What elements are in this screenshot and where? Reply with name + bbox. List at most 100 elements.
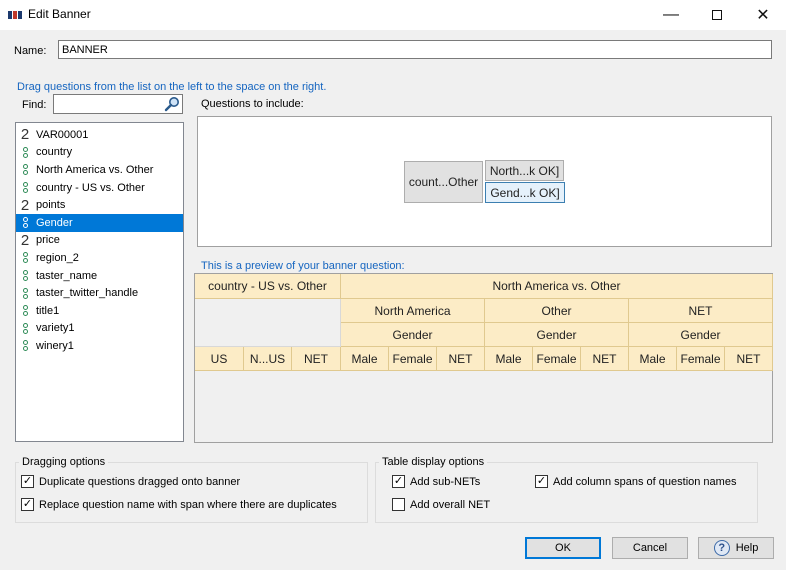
preview-column: Male (629, 347, 677, 371)
checkbox-label: Replace question name with span where th… (39, 498, 337, 511)
checkbox-label: Duplicate questions dragged onto banner (39, 475, 241, 488)
question-label: winery1 (36, 339, 74, 352)
title-bar: Edit Banner — ✕ (0, 0, 786, 30)
maximize-button[interactable] (694, 0, 740, 30)
categorical-question-icon (18, 287, 32, 299)
find-input[interactable] (53, 94, 183, 114)
checkbox-box[interactable]: ✓ (21, 498, 34, 511)
question-label: country (36, 146, 73, 159)
question-label: price (36, 234, 60, 247)
question-label: taster_name (36, 269, 98, 282)
help-button[interactable]: ? Help (698, 537, 774, 559)
banner-preview: country - US vs. Other North America vs.… (194, 273, 773, 443)
preview-header-span: country - US vs. Other (195, 274, 341, 299)
search-icon[interactable] (164, 96, 180, 112)
preview-column: Male (341, 347, 389, 371)
question-item[interactable]: variety1 (16, 320, 183, 338)
categorical-question-icon (18, 164, 32, 176)
question-label: VAR00001 (36, 128, 89, 141)
preview-label: This is a preview of your banner questio… (201, 260, 405, 272)
preview-header-span: NET (629, 299, 773, 323)
checkbox-box[interactable]: ✓ (535, 475, 548, 488)
categorical-question-icon (18, 270, 32, 282)
maximize-icon (712, 10, 722, 20)
questions-list[interactable]: 2 VAR00001 country North America vs. Other c… (15, 122, 184, 442)
question-label: region_2 (36, 251, 79, 264)
banner-chip-north-america[interactable]: North...k OK] (485, 160, 564, 181)
categorical-question-icon (18, 146, 32, 158)
categorical-question-icon (18, 252, 32, 264)
checkbox-label: Add sub-NETs (410, 475, 481, 488)
question-label: taster_twitter_handle (36, 287, 139, 300)
question-item[interactable]: title1 (16, 302, 183, 320)
preview-column: N...US (244, 347, 292, 371)
replace-question-name-checkbox[interactable]: ✓ Replace question name with span where … (21, 498, 337, 511)
question-item[interactable]: Gender (16, 213, 183, 232)
close-button[interactable]: ✕ (740, 0, 786, 30)
ok-button[interactable]: OK (525, 537, 601, 559)
dragging-options-group (15, 462, 368, 523)
preview-column: Male (485, 347, 533, 371)
preview-blank-cell (195, 299, 341, 347)
preview-column: Female (389, 347, 437, 371)
question-label: variety1 (36, 322, 75, 335)
help-icon: ? (713, 540, 730, 556)
categorical-question-icon (18, 340, 32, 352)
minimize-icon: — (663, 6, 679, 23)
preview-column: NET (725, 347, 773, 371)
help-button-label: Help (735, 542, 759, 554)
question-item[interactable]: region_2 (16, 249, 183, 267)
question-item[interactable]: taster_twitter_handle (16, 284, 183, 302)
preview-column: NET (292, 347, 341, 371)
preview-column: Female (533, 347, 581, 371)
preview-column: NET (437, 347, 485, 371)
question-item[interactable]: 2 points (16, 196, 183, 214)
categorical-question-icon (18, 182, 32, 194)
checkbox-label: Add column spans of question names (553, 475, 737, 488)
categorical-question-icon (18, 322, 32, 334)
question-item[interactable]: country - US vs. Other (16, 179, 183, 197)
numeric-question-icon: 2 (20, 126, 30, 144)
minimize-button[interactable]: — (648, 0, 694, 30)
preview-header-span: Gender (341, 323, 485, 347)
question-item[interactable]: winery1 (16, 337, 183, 355)
question-item[interactable]: 2 price (16, 232, 183, 250)
checkbox-label: Add overall NET (410, 498, 491, 511)
name-input[interactable] (58, 40, 772, 59)
question-label: North America vs. Other (36, 163, 154, 176)
checkbox-box[interactable]: ✓ (21, 475, 34, 488)
checkbox-box[interactable]: ✓ (392, 475, 405, 488)
categorical-question-icon (18, 305, 32, 317)
add-sub-nets-checkbox[interactable]: ✓ Add sub-NETs (392, 475, 480, 488)
question-item[interactable]: 2 VAR00001 (16, 126, 183, 144)
add-column-spans-checkbox[interactable]: ✓ Add column spans of question names (535, 475, 736, 488)
numeric-question-icon: 2 (20, 231, 30, 249)
checkbox-box[interactable] (392, 498, 405, 511)
question-item[interactable]: taster_name (16, 267, 183, 285)
question-item[interactable]: country (16, 144, 183, 162)
question-label: Gender (36, 216, 73, 229)
preview-column: Female (677, 347, 725, 371)
find-label: Find: (22, 99, 47, 111)
preview-header-span: North America (341, 299, 485, 323)
add-overall-net-checkbox[interactable]: Add overall NET (392, 498, 490, 511)
numeric-question-icon: 2 (20, 196, 30, 214)
question-item[interactable]: North America vs. Other (16, 161, 183, 179)
window-title: Edit Banner (28, 7, 91, 21)
question-label: country - US vs. Other (36, 181, 145, 194)
banner-chip-main[interactable]: count...Other (404, 161, 483, 203)
preview-column: US (195, 347, 244, 371)
drag-hint: Drag questions from the list on the left… (17, 81, 327, 93)
preview-header-span: North America vs. Other (341, 274, 773, 299)
question-label: points (36, 199, 66, 212)
questions-to-include-label: Questions to include: (201, 98, 304, 110)
cancel-button[interactable]: Cancel (612, 537, 688, 559)
dragging-options-title: Dragging options (19, 456, 109, 468)
close-icon: ✕ (756, 7, 770, 24)
app-icon (8, 11, 22, 19)
preview-column: NET (581, 347, 629, 371)
table-display-options-title: Table display options (379, 456, 488, 468)
banner-chip-gender[interactable]: Gend...k OK] (485, 182, 565, 203)
duplicate-questions-checkbox[interactable]: ✓ Duplicate questions dragged onto banne… (21, 475, 240, 488)
question-label: title1 (36, 304, 60, 317)
